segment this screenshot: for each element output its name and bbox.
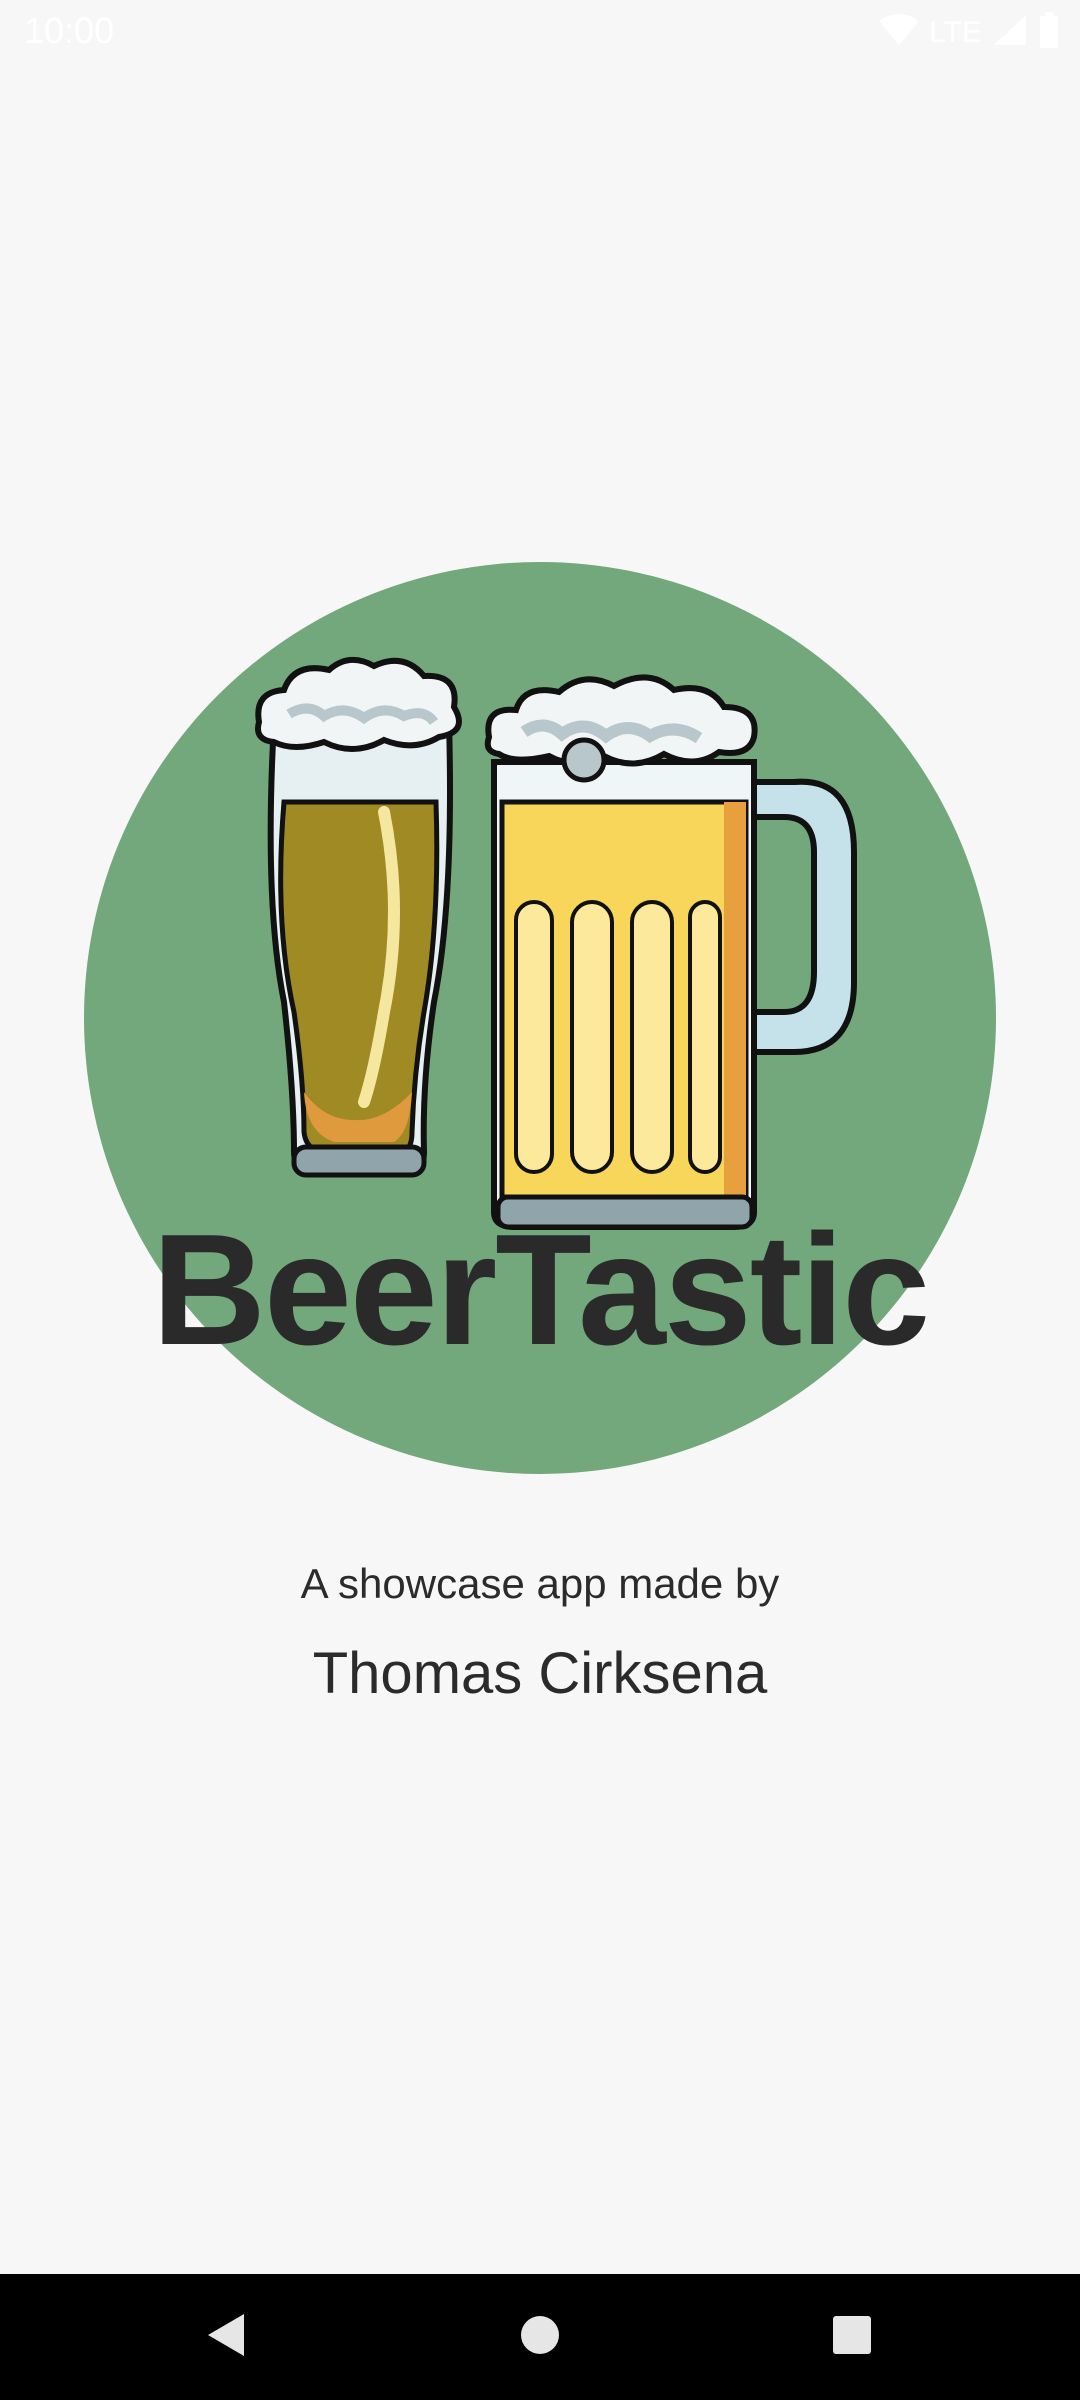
status-bar: 10:00 LTE	[0, 0, 1080, 64]
battery-icon	[1038, 12, 1060, 53]
home-icon	[519, 2314, 561, 2361]
nav-recents-button[interactable]	[782, 2274, 922, 2400]
back-icon	[204, 2312, 248, 2363]
beer-mug-icon	[484, 674, 857, 1230]
recents-icon	[832, 2315, 872, 2360]
author-name: Thomas Cirksena	[312, 1641, 768, 1706]
navigation-bar	[0, 2274, 1080, 2400]
splash-screen: 10:00 LTE BeerTastic A showcase app made…	[0, 0, 1080, 2400]
app-title: BeerTastic	[151, 1202, 930, 1378]
subtitle: A showcase app made by	[300, 1560, 780, 1607]
pint-glass-icon	[255, 657, 462, 1178]
nav-home-button[interactable]	[470, 2274, 610, 2400]
network-type: LTE	[929, 15, 982, 49]
wifi-icon	[879, 13, 920, 52]
nav-back-button[interactable]	[156, 2274, 296, 2400]
signal-icon	[992, 13, 1028, 52]
beer-mugs-illustration	[255, 657, 857, 1230]
status-icons: LTE	[879, 12, 1060, 53]
status-time: 10:00	[24, 10, 115, 51]
